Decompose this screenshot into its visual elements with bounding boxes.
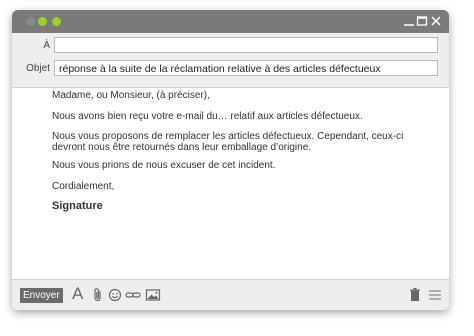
image-icon[interactable]	[145, 287, 161, 303]
to-field[interactable]	[54, 37, 438, 53]
menu-icon[interactable]	[428, 287, 442, 303]
maximize-icon[interactable]	[416, 14, 428, 28]
paragraph-2: Nous vous proposons de remplacer les art…	[52, 131, 403, 153]
subject-field[interactable]: réponse à la suite de la réclamation rel…	[54, 60, 438, 76]
compose-toolbar: Envoyer A	[12, 279, 449, 310]
paragraph-1: Nous avons bien reçu votre e-mail du… re…	[52, 111, 363, 122]
title-bar	[12, 10, 449, 33]
emoji-icon[interactable]	[108, 287, 122, 303]
paragraph-2-line-1: Nous vous proposons de remplacer les art…	[52, 131, 404, 142]
link-icon[interactable]	[125, 287, 141, 303]
window-dot-green-2[interactable]	[52, 17, 61, 26]
trash-icon[interactable]	[408, 287, 422, 303]
attach-icon[interactable]	[91, 287, 105, 303]
close-icon[interactable]	[430, 14, 442, 28]
signature: Signature	[52, 200, 103, 212]
compose-window: À Objet réponse à la suite de la réclama…	[12, 10, 449, 310]
paragraph-2-line-2: devront nous être retournés dans leur em…	[52, 142, 312, 153]
closing-text: Cordialement,	[52, 181, 115, 192]
to-label: À	[43, 40, 50, 51]
window-dot-gray[interactable]	[26, 17, 35, 26]
font-icon[interactable]: A	[72, 284, 83, 304]
minimize-icon[interactable]	[403, 14, 415, 28]
subject-label: Objet	[26, 63, 50, 74]
window-dot-green[interactable]	[38, 17, 47, 26]
message-header: À Objet réponse à la suite de la réclama…	[12, 33, 449, 88]
paragraph-3: Nous vous prions de nous excuser de cet …	[52, 160, 276, 171]
send-button[interactable]: Envoyer	[20, 288, 63, 303]
greeting-text: Madame, ou Monsieur, (à préciser),	[52, 90, 210, 101]
